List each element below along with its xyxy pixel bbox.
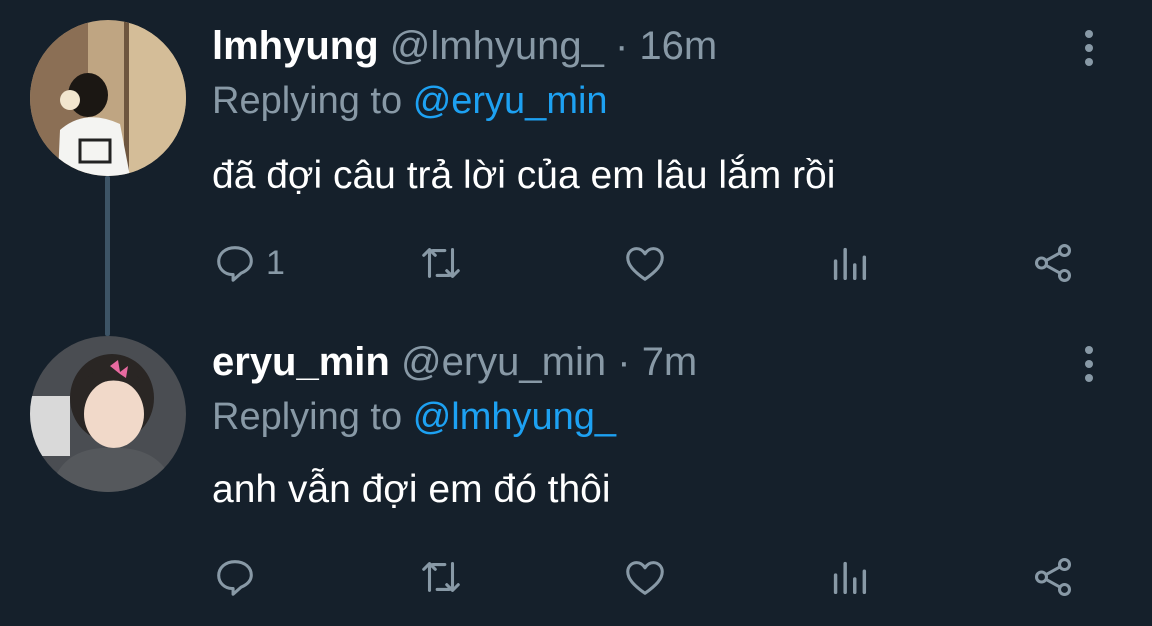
like-button[interactable] <box>622 238 668 288</box>
analytics-icon <box>833 561 867 595</box>
reply-button[interactable]: 1 <box>212 238 285 288</box>
tweet-text: anh vẫn đợi em đó thôi <box>212 468 611 511</box>
display-name[interactable]: lmhyung <box>212 24 379 68</box>
share-icon <box>1034 244 1072 282</box>
share-button[interactable] <box>1030 552 1076 602</box>
retweet-icon <box>422 562 460 592</box>
retweet-icon <box>422 248 460 278</box>
heart-icon <box>626 561 664 595</box>
replying-mention-link[interactable]: @lmhyung_ <box>413 396 616 438</box>
separator-dot: · <box>617 340 631 384</box>
tweet-lmhyung[interactable]: lmhyung @lmhyung_ · 16m Replying to @ery… <box>0 0 1152 336</box>
replying-prefix: Replying to <box>212 396 403 438</box>
replying-mention-link[interactable]: @eryu_min <box>413 80 608 122</box>
analytics-button[interactable] <box>826 552 872 602</box>
separator-dot: · <box>614 24 629 68</box>
analytics-icon <box>833 247 867 281</box>
user-handle[interactable]: @eryu_min <box>401 340 606 384</box>
more-vertical-icon <box>1085 346 1093 354</box>
retweet-button[interactable] <box>418 552 464 602</box>
avatar-eryu-min[interactable] <box>30 336 186 492</box>
replying-to: Replying to @eryu_min <box>212 78 608 124</box>
share-button[interactable] <box>1030 238 1076 288</box>
replying-prefix: Replying to <box>212 80 403 122</box>
replying-to: Replying to @lmhyung_ <box>212 394 616 440</box>
tweet-header: lmhyung @lmhyung_ · 16m <box>212 22 717 70</box>
tweet-eryu-min[interactable]: eryu_min @eryu_min · 7m Replying to @lmh… <box>0 320 1152 626</box>
tweet-header: eryu_min @eryu_min · 7m <box>212 338 697 386</box>
reply-button[interactable] <box>212 552 266 602</box>
avatar-lmhyung[interactable] <box>30 20 186 176</box>
reply-icon <box>217 560 253 596</box>
heart-icon <box>626 247 664 281</box>
user-handle[interactable]: @lmhyung_ <box>390 24 604 68</box>
display-name[interactable]: eryu_min <box>212 340 390 384</box>
avatar-image <box>30 20 186 176</box>
share-icon <box>1034 558 1072 596</box>
reply-icon <box>217 246 253 282</box>
like-button[interactable] <box>622 552 668 602</box>
timestamp[interactable]: 7m <box>642 340 698 384</box>
reply-count: 1 <box>266 243 285 282</box>
avatar-image <box>30 336 186 492</box>
timestamp[interactable]: 16m <box>639 24 717 68</box>
more-vertical-icon <box>1085 30 1093 38</box>
analytics-button[interactable] <box>826 238 872 288</box>
tweet-actions <box>0 552 1152 602</box>
retweet-button[interactable] <box>418 238 464 288</box>
tweet-text: đã đợi câu trả lời của em lâu lắm rồi <box>212 154 836 197</box>
more-options-button[interactable] <box>1074 24 1104 72</box>
more-options-button[interactable] <box>1074 340 1104 388</box>
tweet-actions: 1 <box>0 238 1152 288</box>
